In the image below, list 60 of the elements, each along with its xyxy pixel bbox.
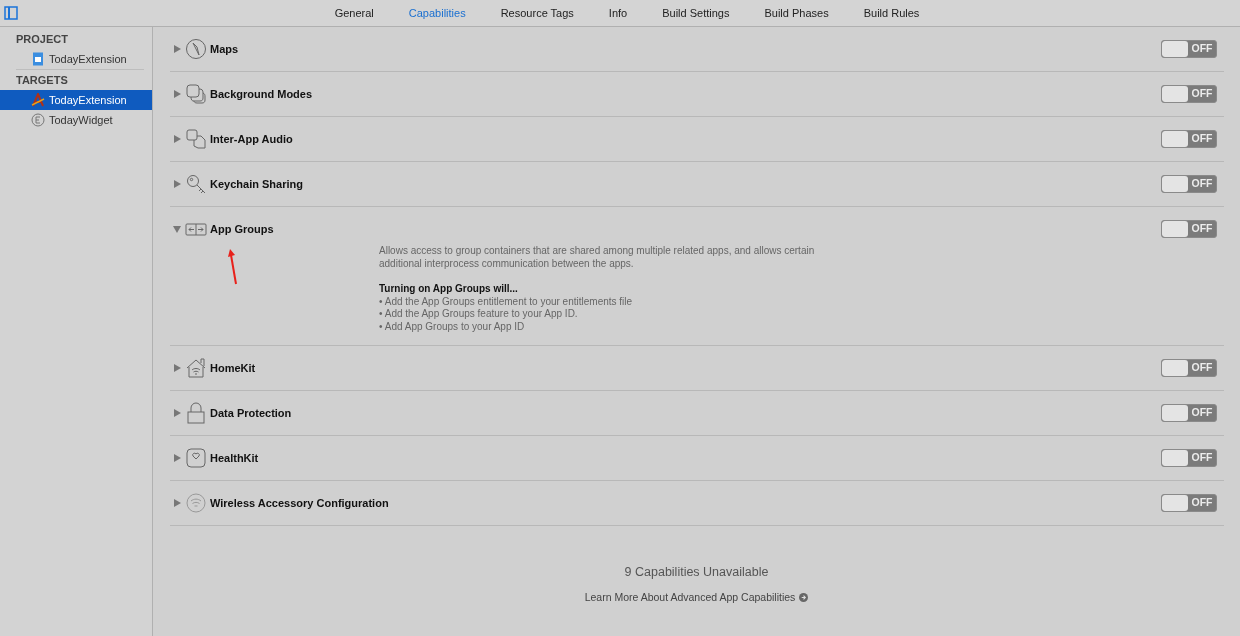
capability-name: App Groups [210, 221, 274, 237]
disclosure-triangle-icon[interactable] [173, 454, 181, 462]
house-wifi-icon [185, 357, 207, 379]
capability-name: Background Modes [210, 86, 313, 102]
toggle-switch[interactable]: OFF [1161, 494, 1217, 512]
section-header: TARGETS [15, 72, 69, 88]
step-item: • Add App Groups to your App ID [379, 320, 526, 333]
sidebar-item[interactable]: TodayExtension [0, 49, 152, 69]
toggle-switch[interactable]: OFF [1161, 449, 1217, 467]
capability-description: Allows access to group containers that are shared among multiple related apps, and allows certain additional interprocess communication between the apps. [379, 245, 816, 270]
toggle-switch[interactable]: OFF [1161, 175, 1217, 193]
padlock-icon [185, 402, 207, 424]
section-header: PROJECT [15, 31, 69, 47]
annotation-arrow [228, 249, 238, 285]
compass-icon [185, 38, 207, 60]
sidebar-item[interactable]: TodayExtension [0, 90, 152, 110]
tab[interactable]: General [334, 4, 374, 22]
arrow-circle-icon[interactable] [799, 593, 809, 603]
steps-heading: Turning on App Groups will... [379, 283, 519, 296]
app-letter-icon [31, 93, 45, 107]
key-icon [185, 173, 207, 195]
tab[interactable]: Build Phases [764, 4, 829, 22]
disclosure-triangle-icon[interactable] [173, 180, 181, 188]
disclosure-triangle-icon[interactable] [173, 409, 181, 417]
disclosure-triangle-icon[interactable] [173, 45, 181, 53]
speaker-squares-icon [185, 128, 207, 150]
capability-name: Wireless Accessory Configuration [210, 495, 389, 511]
learn-more-link[interactable]: Learn More About Advanced App Capabilities [584, 589, 796, 606]
toggle-switch[interactable]: OFF [1161, 359, 1217, 377]
capability-name: HomeKit [210, 360, 256, 376]
stacked-squares-icon [185, 83, 207, 105]
toggle-switch[interactable]: OFF [1161, 40, 1217, 58]
unavailable-count: 9 Capabilities Unavailable [624, 564, 769, 581]
heart-square-icon [185, 447, 207, 469]
capability-name: Inter-App Audio [210, 131, 293, 147]
disclosure-triangle-icon[interactable] [173, 135, 181, 143]
step-item: • Add the App Groups feature to your App ID. [379, 308, 579, 321]
disclosure-triangle-icon[interactable] [173, 225, 181, 233]
document-icon [31, 52, 45, 66]
tab[interactable]: Build Rules [863, 4, 920, 22]
tab[interactable]: Info [608, 4, 628, 22]
wifi-circle-icon [185, 492, 207, 514]
toggle-switch[interactable]: OFF [1161, 220, 1217, 238]
disclosure-triangle-icon[interactable] [173, 499, 181, 507]
tab[interactable]: Build Settings [662, 4, 730, 22]
toggle-switch[interactable]: OFF [1161, 404, 1217, 422]
tab[interactable]: Capabilities [408, 4, 466, 22]
capability-name: Data Protection [210, 405, 292, 421]
tab[interactable]: Resource Tags [500, 4, 574, 22]
disclosure-triangle-icon[interactable] [173, 364, 181, 372]
toggle-switch[interactable]: OFF [1161, 85, 1217, 103]
capability-name: HealthKit [210, 450, 259, 466]
toggle-switch[interactable]: OFF [1161, 130, 1217, 148]
sidebar-item[interactable]: TodayWidget [0, 110, 152, 130]
circle-letter-icon [31, 113, 45, 127]
capability-name: Keychain Sharing [210, 176, 303, 192]
step-item: • Add the App Groups entitlement to your entitlements file [379, 295, 634, 308]
capability-name: Maps [210, 41, 239, 57]
disclosure-triangle-icon[interactable] [173, 90, 181, 98]
sidebar-toggle-icon[interactable] [4, 6, 18, 20]
